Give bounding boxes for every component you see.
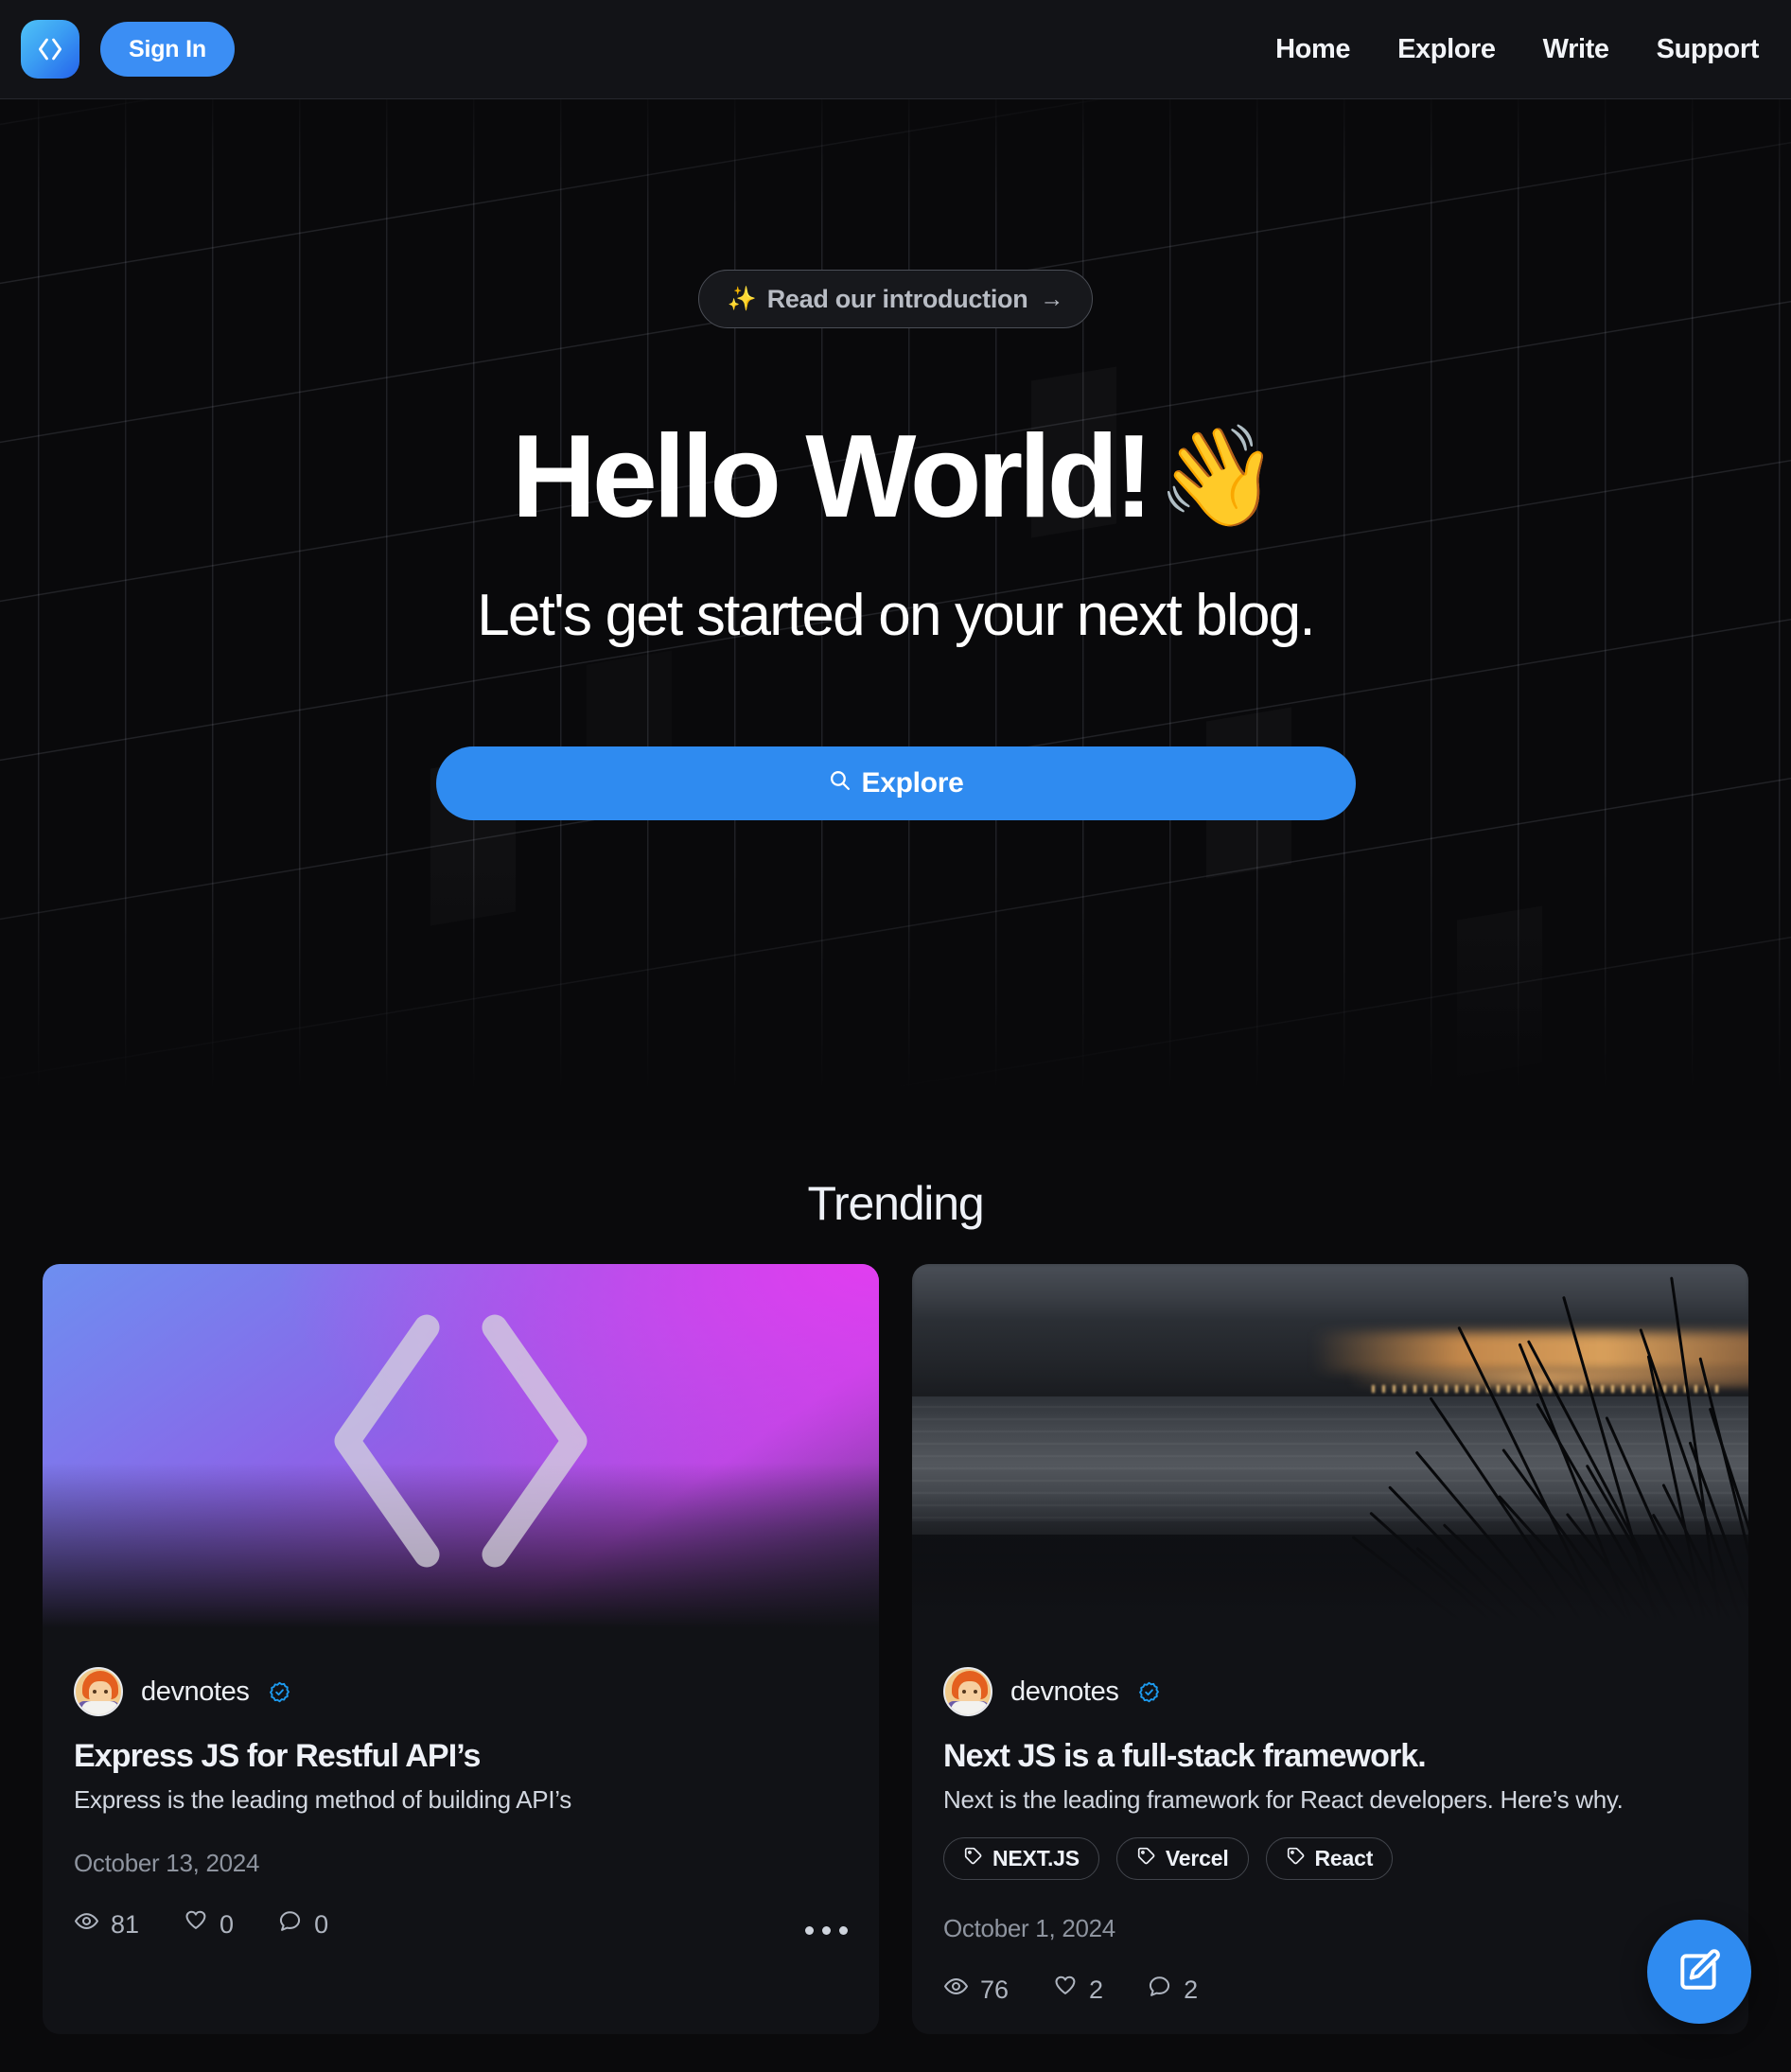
views-stat[interactable]: 81 bbox=[74, 1908, 139, 1940]
verified-badge-icon bbox=[1137, 1680, 1161, 1704]
post-date: October 1, 2024 bbox=[943, 1914, 1115, 1942]
tag-label: Vercel bbox=[1165, 1846, 1229, 1870]
comments-count: 0 bbox=[314, 1909, 329, 1939]
hero-subtitle: Let's get started on your next blog. bbox=[477, 583, 1315, 649]
trending-card-list: devnotes Express JS for Restful API’s Ex… bbox=[43, 1264, 1748, 2034]
post-author-name: devnotes bbox=[141, 1676, 250, 1707]
eye-icon bbox=[74, 1908, 99, 1940]
tag-chip-nextjs[interactable]: NEXT.JS bbox=[943, 1837, 1099, 1880]
comments-stat[interactable]: 0 bbox=[277, 1908, 328, 1940]
heart-icon bbox=[183, 1908, 208, 1940]
post-stats-row: 81 0 0 bbox=[74, 1908, 848, 1940]
beach-sunset-photo bbox=[912, 1264, 1748, 1642]
hero-section: ✨ Read our introduction → Hello World! 👋… bbox=[0, 99, 1791, 1140]
nav-link-home[interactable]: Home bbox=[1275, 34, 1350, 65]
nav-link-write[interactable]: Write bbox=[1543, 34, 1609, 65]
post-date: October 13, 2024 bbox=[74, 1849, 260, 1877]
likes-count: 2 bbox=[1089, 1975, 1104, 2004]
grid-bottom-fade bbox=[0, 856, 1791, 1140]
comment-bubble-icon bbox=[277, 1908, 303, 1940]
post-stats-row: 76 2 2 bbox=[943, 1974, 1717, 2006]
comments-stat[interactable]: 2 bbox=[1147, 1974, 1198, 2006]
page-root: Sign In Home Explore Write Support ✨ Rea… bbox=[0, 0, 1791, 2072]
avatar bbox=[943, 1667, 992, 1716]
post-card-body: devnotes Next JS is a full-stack framewo… bbox=[912, 1642, 1748, 2034]
app-logo[interactable] bbox=[21, 20, 79, 79]
avatar bbox=[74, 1667, 123, 1716]
tag-icon bbox=[1286, 1846, 1306, 1871]
hero-title-text: Hello World! bbox=[511, 412, 1153, 542]
tag-label: NEXT.JS bbox=[992, 1846, 1080, 1870]
waving-hand-icon: 👋 bbox=[1156, 421, 1280, 532]
eye-icon bbox=[943, 1974, 969, 2006]
likes-stat[interactable]: 0 bbox=[183, 1908, 234, 1940]
post-card[interactable]: devnotes Next JS is a full-stack framewo… bbox=[912, 1264, 1748, 2034]
tag-chip-vercel[interactable]: Vercel bbox=[1115, 1837, 1249, 1880]
post-cover-image[interactable] bbox=[43, 1264, 879, 1642]
explore-button-label: Explore bbox=[861, 767, 964, 799]
grass-silhouette bbox=[1190, 1273, 1748, 1635]
likes-count: 0 bbox=[219, 1909, 235, 1939]
search-icon bbox=[828, 767, 852, 799]
views-count: 81 bbox=[111, 1909, 140, 1939]
hero-title: Hello World! 👋 bbox=[512, 415, 1279, 538]
heart-icon bbox=[1052, 1974, 1078, 2006]
trending-heading: Trending bbox=[807, 1177, 985, 1230]
post-tag-list: NEXT.JS Vercel React bbox=[943, 1837, 1717, 1880]
tag-label: React bbox=[1314, 1846, 1374, 1870]
post-description: Express is the leading method of buildin… bbox=[74, 1785, 571, 1814]
likes-stat[interactable]: 2 bbox=[1052, 1974, 1103, 2006]
nav-link-support[interactable]: Support bbox=[1657, 34, 1760, 65]
code-brackets-icon bbox=[34, 33, 66, 65]
compose-post-button[interactable] bbox=[1647, 1920, 1751, 2024]
post-author-name: devnotes bbox=[1010, 1676, 1119, 1707]
nav-link-explore[interactable]: Explore bbox=[1397, 34, 1496, 65]
hero-content: ✨ Read our introduction → Hello World! 👋… bbox=[0, 99, 1791, 821]
views-stat[interactable]: 76 bbox=[943, 1974, 1009, 2006]
read-introduction-pill[interactable]: ✨ Read our introduction → bbox=[697, 270, 1094, 328]
post-title[interactable]: Next JS is a full-stack framework. bbox=[943, 1738, 1717, 1775]
post-title[interactable]: Express JS for Restful API’s bbox=[74, 1738, 848, 1775]
arrow-right-icon: → bbox=[1040, 285, 1064, 312]
compose-icon bbox=[1676, 1947, 1723, 1997]
post-card[interactable]: devnotes Express JS for Restful API’s Ex… bbox=[43, 1264, 879, 2034]
main-nav: Home Explore Write Support bbox=[1275, 34, 1759, 65]
post-card-body: devnotes Express JS for Restful API’s Ex… bbox=[43, 1642, 879, 1969]
tag-icon bbox=[963, 1846, 983, 1871]
verified-badge-icon bbox=[268, 1680, 291, 1704]
post-author-row[interactable]: devnotes bbox=[74, 1667, 848, 1716]
views-count: 76 bbox=[980, 1975, 1010, 2004]
tag-icon bbox=[1136, 1846, 1156, 1871]
comment-bubble-icon bbox=[1147, 1974, 1172, 2006]
tag-chip-react[interactable]: React bbox=[1265, 1837, 1394, 1880]
explore-button[interactable]: Explore bbox=[435, 746, 1356, 821]
post-more-options-button[interactable] bbox=[805, 1926, 848, 1935]
comments-count: 2 bbox=[1184, 1975, 1199, 2004]
sparkles-icon: ✨ bbox=[727, 285, 757, 312]
top-navigation-bar: Sign In Home Explore Write Support bbox=[0, 0, 1791, 99]
cover-code-brackets-icon bbox=[43, 1264, 879, 1642]
post-cover-image[interactable] bbox=[912, 1264, 1748, 1642]
read-introduction-label: Read our introduction bbox=[766, 284, 1028, 313]
sign-in-button[interactable]: Sign In bbox=[100, 22, 235, 77]
post-description: Next is the leading framework for React … bbox=[943, 1785, 1624, 1814]
post-author-row[interactable]: devnotes bbox=[943, 1667, 1717, 1716]
